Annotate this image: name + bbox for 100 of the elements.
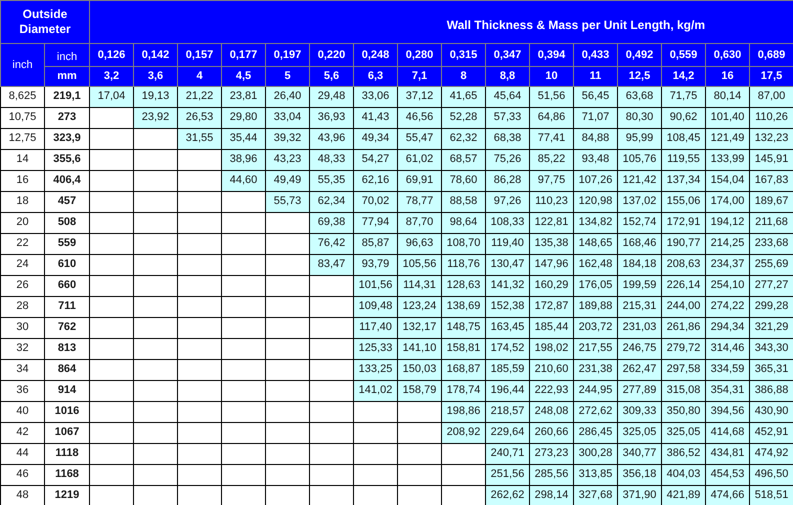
column-header: 0,394 (530, 44, 574, 66)
table-cell: 77,94 (354, 212, 398, 233)
table-cell: 474,66 (706, 485, 750, 505)
table-cell: 8,625 (0, 86, 44, 107)
table-cell: 44,60 (222, 170, 266, 191)
table-cell: 32 (0, 338, 44, 359)
table-cell: 152,74 (618, 212, 662, 233)
column-header: 0,126 (90, 44, 134, 66)
table-cell: 105,56 (398, 254, 442, 275)
column-header: 17,5 (750, 66, 793, 86)
column-header: 0,248 (354, 44, 398, 66)
column-header: 4 (178, 66, 222, 86)
table-cell: 176,05 (574, 275, 618, 296)
table-cell: 86,28 (486, 170, 530, 191)
table-cell: 42 (0, 422, 44, 443)
table-cell: 71,75 (662, 86, 706, 107)
column-header: 12,5 (618, 66, 662, 86)
table-cell: 132,17 (398, 317, 442, 338)
table-cell: 244,00 (662, 296, 706, 317)
column-header: 0,630 (706, 44, 750, 66)
table-cell: 134,82 (574, 212, 618, 233)
table-cell: 19,13 (134, 86, 178, 107)
table-cell: 18 (0, 191, 44, 212)
table-cell: 137,02 (618, 191, 662, 212)
table-cell: 185,44 (530, 317, 574, 338)
table-cell: 132,23 (750, 128, 793, 149)
table-cell: 43,23 (266, 149, 310, 170)
table-cell: 215,31 (618, 296, 662, 317)
table-cell: 97,75 (530, 170, 574, 191)
table-cell: 158,79 (398, 380, 442, 401)
table-cell: 44 (0, 443, 44, 464)
table-cell: 334,59 (706, 359, 750, 380)
table-cell: 122,81 (530, 212, 574, 233)
table-cell: 162,48 (574, 254, 618, 275)
table-cell: 190,77 (662, 233, 706, 254)
table-cell: 26,40 (266, 86, 310, 107)
table-cell: 246,75 (618, 338, 662, 359)
table-cell: 78,60 (442, 170, 486, 191)
column-header: 0,220 (310, 44, 354, 66)
column-header: 7,1 (398, 66, 442, 86)
table-cell: 108,45 (662, 128, 706, 149)
table-cell: 260,66 (530, 422, 574, 443)
table-cell: 133,99 (706, 149, 750, 170)
table-cell: 167,83 (750, 170, 793, 191)
table-cell: 117,40 (354, 317, 398, 338)
table-cell: 22 (0, 233, 44, 254)
table-cell: 185,59 (486, 359, 530, 380)
column-header: inch (0, 44, 44, 86)
table-cell: 49,34 (354, 128, 398, 149)
table-cell: 71,07 (574, 107, 618, 128)
table-cell: 145,91 (750, 149, 793, 170)
column-header: 4,5 (222, 66, 266, 86)
column-header: 8 (442, 66, 486, 86)
column-header: 0,492 (618, 44, 662, 66)
table-cell: 327,68 (574, 485, 618, 505)
table-cell: 147,96 (530, 254, 574, 275)
table-cell: 277,27 (750, 275, 793, 296)
table-cell: 394,56 (706, 401, 750, 422)
column-header: mm (44, 66, 90, 86)
table-cell: 371,90 (618, 485, 662, 505)
table-cell: 226,14 (662, 275, 706, 296)
table-cell: 404,03 (662, 464, 706, 485)
table-cell: 26,53 (178, 107, 222, 128)
table-cell: 57,33 (486, 107, 530, 128)
table-cell: 108,70 (442, 233, 486, 254)
table-cell: 356,18 (618, 464, 662, 485)
column-header: Wall Thickness & Mass per Unit Length, kg/m (90, 0, 793, 44)
table-cell: 24 (0, 254, 44, 275)
table-cell: 31,55 (178, 128, 222, 149)
table-cell: 365,31 (750, 359, 793, 380)
table-cell: 231,03 (618, 317, 662, 338)
column-header: 11 (574, 66, 618, 86)
table-cell: 354,31 (706, 380, 750, 401)
table-cell: 62,34 (310, 191, 354, 212)
table-cell: 118,76 (442, 254, 486, 275)
table-cell: 29,48 (310, 86, 354, 107)
table-cell: 248,08 (530, 401, 574, 422)
table-cell: 85,87 (354, 233, 398, 254)
table-cell: 33,06 (354, 86, 398, 107)
table-cell: 189,67 (750, 191, 793, 212)
table-cell: 148,75 (442, 317, 486, 338)
table-cell: 110,23 (530, 191, 574, 212)
table-cell: 109,48 (354, 296, 398, 317)
table-cell: 123,24 (398, 296, 442, 317)
table-cell: 518,51 (750, 485, 793, 505)
table-cell: 87,70 (398, 212, 442, 233)
column-header: Outside Diameter (0, 0, 90, 44)
column-header: 16 (706, 66, 750, 86)
table-cell: 68,57 (442, 149, 486, 170)
table-cell: 229,64 (486, 422, 530, 443)
table-cell: 172,87 (530, 296, 574, 317)
table-cell: 96,63 (398, 233, 442, 254)
table-cell: 114,31 (398, 275, 442, 296)
column-header: 0,689 (750, 44, 793, 66)
table-cell: 152,38 (486, 296, 530, 317)
table-cell: 163,45 (486, 317, 530, 338)
table-cell: 40 (0, 401, 44, 422)
table-cell: 272,62 (574, 401, 618, 422)
table-cell: 93,79 (354, 254, 398, 275)
table-cell: 262,62 (486, 485, 530, 505)
